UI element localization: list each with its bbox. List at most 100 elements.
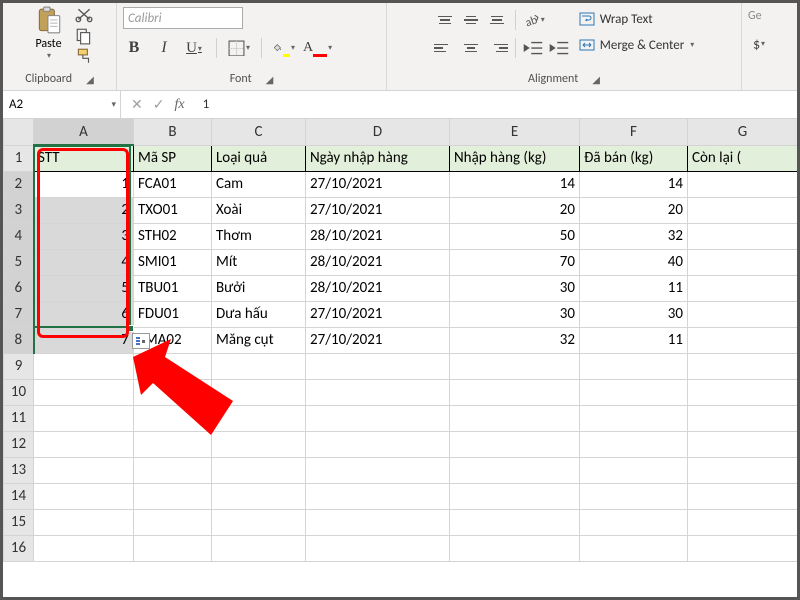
cell[interactable] <box>580 405 688 431</box>
cell[interactable] <box>306 457 450 483</box>
cell[interactable] <box>134 405 212 431</box>
cell[interactable] <box>306 379 450 405</box>
cell[interactable] <box>450 405 580 431</box>
cell[interactable]: 28/10/2021 <box>306 223 450 249</box>
cell[interactable]: 32 <box>450 327 580 353</box>
col-header-C[interactable]: C <box>212 119 306 145</box>
cell[interactable]: 3 <box>34 223 134 249</box>
cell[interactable]: TBU01 <box>134 275 212 301</box>
table-header-cell[interactable]: STT <box>34 145 134 171</box>
cell[interactable] <box>580 483 688 509</box>
table-header-cell[interactable]: Đã bán (kg) <box>580 145 688 171</box>
cell[interactable] <box>306 405 450 431</box>
row-header-13[interactable]: 13 <box>4 457 34 483</box>
align-top-button[interactable] <box>434 10 456 30</box>
cell[interactable] <box>306 353 450 379</box>
enter-formula-icon[interactable]: ✓ <box>153 96 165 113</box>
cell[interactable]: 2 <box>34 197 134 223</box>
col-header-F[interactable]: F <box>580 119 688 145</box>
cell[interactable] <box>134 457 212 483</box>
cell[interactable]: 20 <box>580 197 688 223</box>
align-center-button[interactable] <box>460 38 482 58</box>
accounting-format-button[interactable]: $▾ <box>748 33 770 55</box>
select-all-corner[interactable] <box>4 119 34 145</box>
cell[interactable] <box>306 431 450 457</box>
cell[interactable] <box>688 483 798 509</box>
borders-button[interactable]: ▾ <box>228 37 250 59</box>
cell[interactable] <box>688 327 798 353</box>
cell[interactable]: 20 <box>450 197 580 223</box>
fill-color-button[interactable]: ▾ <box>273 37 295 59</box>
cell[interactable] <box>34 535 134 561</box>
name-box[interactable]: A2 ▾ <box>3 91 121 118</box>
cell[interactable] <box>688 379 798 405</box>
row-header-14[interactable]: 14 <box>4 483 34 509</box>
row-header-9[interactable]: 9 <box>4 353 34 379</box>
row-header-11[interactable]: 11 <box>4 405 34 431</box>
cell[interactable]: FCA01 <box>134 171 212 197</box>
cell[interactable] <box>450 483 580 509</box>
cell[interactable] <box>34 509 134 535</box>
cell[interactable]: Măng cụt <box>212 327 306 353</box>
cell[interactable]: TXO01 <box>134 197 212 223</box>
cell[interactable] <box>34 431 134 457</box>
cell[interactable] <box>306 535 450 561</box>
cell[interactable] <box>688 197 798 223</box>
cell[interactable]: Bưởi <box>212 275 306 301</box>
row-header-10[interactable]: 10 <box>4 379 34 405</box>
cell[interactable] <box>580 457 688 483</box>
row-header-4[interactable]: 4 <box>4 223 34 249</box>
cell[interactable]: 32 <box>580 223 688 249</box>
paste-dropdown-icon[interactable]: ▾ <box>47 51 51 61</box>
cell[interactable]: 28/10/2021 <box>306 275 450 301</box>
cell[interactable] <box>688 535 798 561</box>
merge-center-button[interactable]: Merge & Center ▾ <box>579 35 695 55</box>
worksheet-grid[interactable]: A B C D E F G 1STTMã SPLoại quảNgày nhập… <box>3 119 797 597</box>
cell[interactable]: 11 <box>580 275 688 301</box>
cell[interactable] <box>34 405 134 431</box>
cell[interactable] <box>688 275 798 301</box>
align-left-button[interactable] <box>434 38 456 58</box>
bold-button[interactable]: B <box>123 37 145 59</box>
row-header-3[interactable]: 3 <box>4 197 34 223</box>
cell[interactable] <box>34 379 134 405</box>
row-header-8[interactable]: 8 <box>4 327 34 353</box>
alignment-dialog-launcher-icon[interactable]: ◢ <box>592 73 600 86</box>
cell[interactable] <box>450 353 580 379</box>
name-box-dropdown-icon[interactable]: ▾ <box>111 99 116 110</box>
autofill-options-button[interactable] <box>132 333 150 349</box>
cell[interactable]: 6 <box>34 301 134 327</box>
fx-icon[interactable]: fx <box>174 97 184 113</box>
cell[interactable] <box>688 405 798 431</box>
cell[interactable] <box>212 483 306 509</box>
cell[interactable]: Thơm <box>212 223 306 249</box>
col-header-E[interactable]: E <box>450 119 580 145</box>
cell[interactable]: 27/10/2021 <box>306 171 450 197</box>
cell[interactable]: 1 <box>34 171 134 197</box>
row-header-12[interactable]: 12 <box>4 431 34 457</box>
orientation-button[interactable]: ab▾ <box>523 9 545 31</box>
cell[interactable] <box>134 483 212 509</box>
cell[interactable] <box>134 379 212 405</box>
cell[interactable]: 14 <box>450 171 580 197</box>
col-header-G[interactable]: G <box>688 119 798 145</box>
table-header-cell[interactable]: Còn lại ( <box>688 145 798 171</box>
row-header-15[interactable]: 15 <box>4 509 34 535</box>
cell[interactable]: 30 <box>450 275 580 301</box>
cell[interactable]: Mít <box>212 249 306 275</box>
cell[interactable] <box>450 509 580 535</box>
cell[interactable] <box>450 535 580 561</box>
cell[interactable] <box>212 457 306 483</box>
cell[interactable] <box>688 249 798 275</box>
cell[interactable] <box>212 353 306 379</box>
cell[interactable] <box>580 535 688 561</box>
cell[interactable]: 11 <box>580 327 688 353</box>
cell[interactable] <box>134 431 212 457</box>
cell[interactable] <box>34 483 134 509</box>
cell[interactable]: 14 <box>580 171 688 197</box>
cell[interactable] <box>688 353 798 379</box>
align-right-button[interactable] <box>486 38 508 58</box>
cell[interactable] <box>306 509 450 535</box>
row-header-2[interactable]: 2 <box>4 171 34 197</box>
row-header-7[interactable]: 7 <box>4 301 34 327</box>
